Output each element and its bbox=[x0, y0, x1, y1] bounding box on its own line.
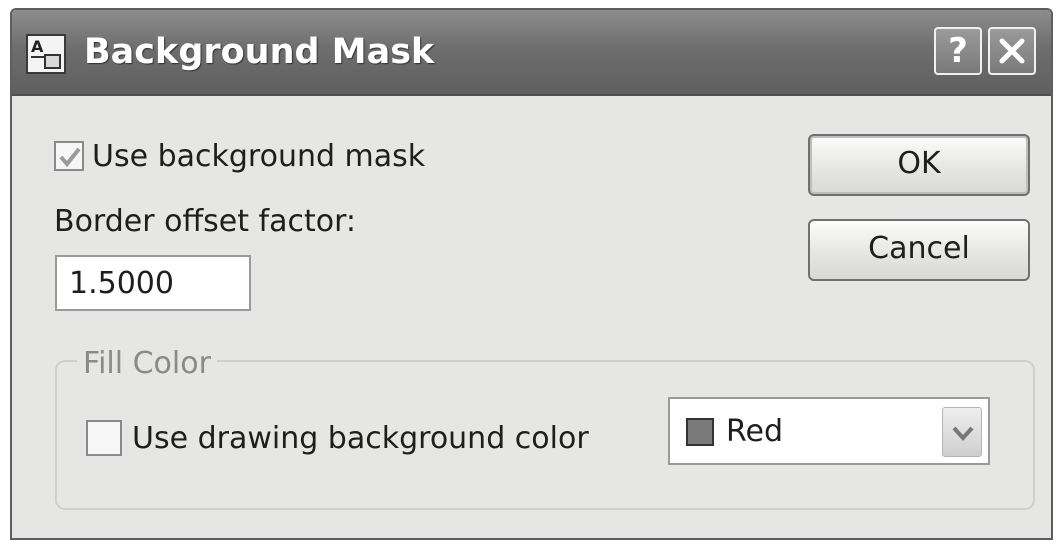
autocad-text-icon: A bbox=[26, 34, 66, 74]
use-drawing-background-label[interactable]: Use drawing background color bbox=[132, 421, 589, 456]
fill-color-dropdown[interactable]: Red bbox=[668, 397, 990, 465]
checkmark-icon bbox=[59, 147, 81, 167]
dropdown-arrow-button[interactable] bbox=[942, 407, 982, 457]
background-mask-dialog: A Background Mask ? Use background mask … bbox=[10, 8, 1053, 540]
title-bar[interactable]: A Background Mask ? bbox=[12, 10, 1051, 96]
help-icon: ? bbox=[948, 31, 968, 71]
use-drawing-background-checkbox[interactable] bbox=[86, 420, 122, 456]
help-button[interactable]: ? bbox=[934, 27, 982, 75]
color-swatch bbox=[686, 418, 714, 446]
cancel-button[interactable]: Cancel bbox=[808, 219, 1030, 281]
close-icon bbox=[999, 38, 1025, 64]
fill-color-legend: Fill Color bbox=[77, 346, 217, 381]
border-offset-input[interactable] bbox=[55, 255, 251, 311]
chevron-down-icon bbox=[952, 426, 974, 441]
border-offset-label: Border offset factor: bbox=[54, 204, 356, 239]
close-button[interactable] bbox=[988, 27, 1036, 75]
use-background-mask-checkbox[interactable] bbox=[54, 141, 84, 171]
dialog-title: Background Mask bbox=[84, 32, 435, 72]
use-background-mask-label[interactable]: Use background mask bbox=[92, 139, 425, 174]
selected-color-value: Red bbox=[726, 414, 783, 449]
ok-button[interactable]: OK bbox=[808, 134, 1030, 196]
